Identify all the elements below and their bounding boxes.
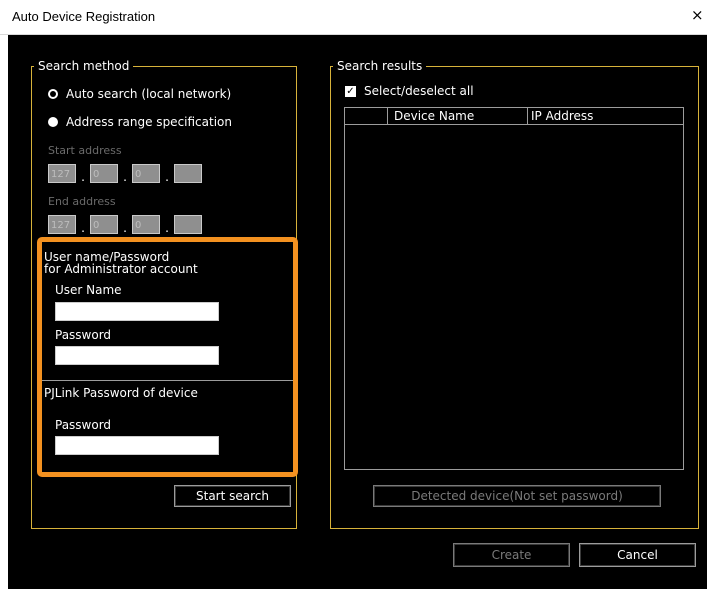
search-results-legend: Search results — [337, 59, 423, 73]
address-range-label: Address range specification — [66, 115, 232, 129]
title-bar: Auto Device Registration × — [0, 0, 707, 35]
pjlink-password-label: Password — [55, 418, 112, 432]
credentials-divider — [42, 380, 293, 381]
search-method-legend: Search method — [38, 59, 130, 73]
detected-device-button[interactable]: Detected device(Not set password) — [373, 485, 661, 507]
select-all-label: Select/deselect all — [364, 84, 474, 98]
start-search-button[interactable]: Start search — [174, 485, 291, 507]
cancel-button[interactable]: Cancel — [579, 543, 696, 567]
end-address-input: 127 . 0 . 0 . — [48, 215, 202, 234]
create-button[interactable]: Create — [453, 543, 570, 567]
end-address-label: End address — [48, 195, 116, 208]
start-octet-2: 0 — [90, 164, 118, 183]
auto-search-label: Auto search (local network) — [66, 87, 232, 101]
end-octet-1: 127 — [48, 215, 76, 234]
start-octet-3: 0 — [132, 164, 160, 183]
credentials-highlight-box: User name/Password for Administrator acc… — [37, 237, 298, 477]
user-name-field[interactable] — [55, 302, 219, 321]
address-range-radio[interactable]: Address range specification — [48, 115, 232, 129]
dialog-body: Search method Auto search (local network… — [8, 35, 707, 589]
start-address-input: 127 . 0 . 0 . — [48, 164, 202, 183]
end-octet-3: 0 — [132, 215, 160, 234]
window-left-edge — [0, 35, 8, 589]
pjlink-heading: PJLink Password of device — [44, 386, 198, 400]
column-header-select[interactable] — [345, 108, 388, 124]
start-address-label: Start address — [48, 144, 122, 157]
auto-search-radio[interactable]: Auto search (local network) — [48, 87, 231, 101]
column-header-device-name[interactable]: Device Name — [388, 108, 528, 124]
device-list[interactable]: Device Name IP Address — [344, 107, 684, 470]
password-field[interactable] — [55, 346, 219, 365]
pjlink-password-field[interactable] — [55, 436, 219, 455]
start-octet-1: 127 — [48, 164, 76, 183]
window-title: Auto Device Registration — [12, 9, 156, 24]
credentials-heading-line2: for Administrator account — [44, 262, 198, 276]
radio-selected-icon[interactable] — [48, 89, 58, 99]
user-name-label: User Name — [55, 283, 122, 297]
end-octet-2: 0 — [90, 215, 118, 234]
radio-unselected-icon[interactable] — [48, 117, 58, 127]
select-all-checkbox[interactable]: ✓ Select/deselect all — [345, 84, 474, 98]
device-list-header: Device Name IP Address — [345, 108, 683, 125]
column-header-ip-address[interactable]: IP Address — [528, 108, 683, 124]
end-octet-4 — [174, 215, 202, 234]
password-label: Password — [55, 328, 112, 342]
start-octet-4 — [174, 164, 202, 183]
checkbox-checked-icon[interactable]: ✓ — [345, 85, 356, 97]
close-icon[interactable]: × — [691, 6, 707, 24]
